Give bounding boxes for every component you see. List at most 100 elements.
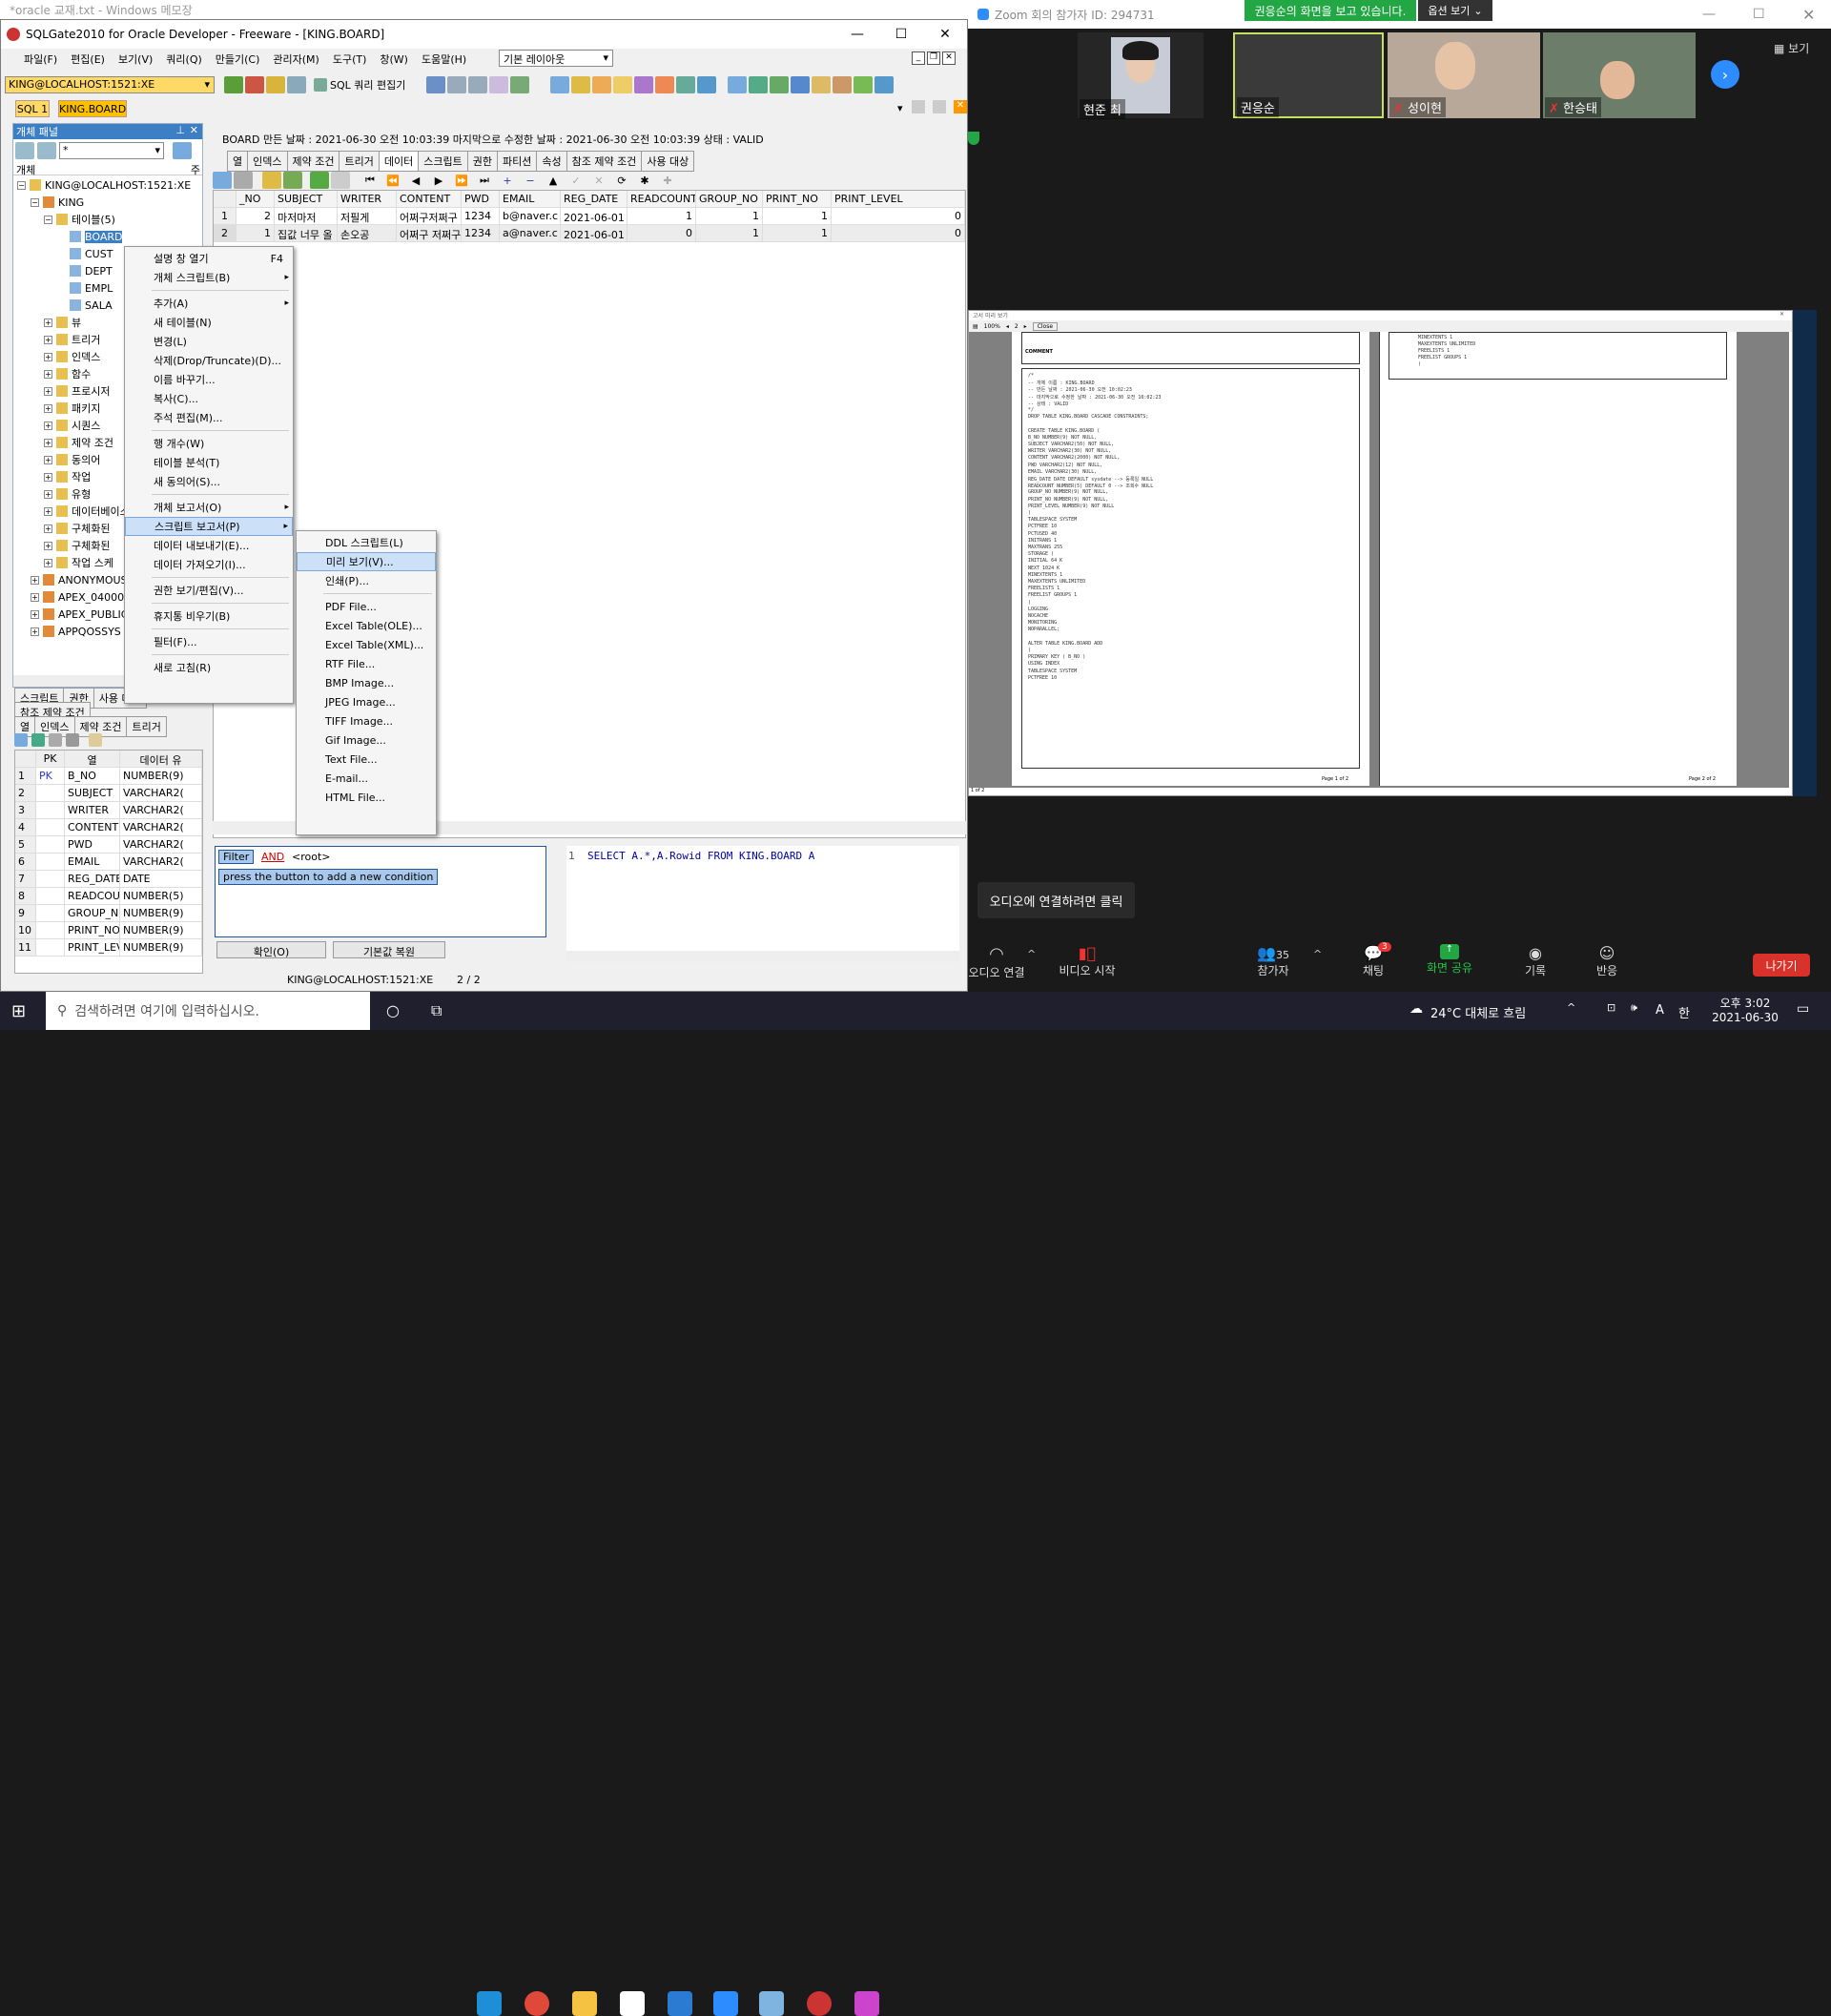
chat-button[interactable]: 💬 채팅 3 (1349, 942, 1397, 978)
tree-item[interactable]: + 작업 스케 (44, 555, 113, 570)
object-filter-input[interactable]: * ▾ (59, 142, 164, 159)
tree-item[interactable]: − KING (31, 195, 84, 210)
explorer-icon[interactable] (572, 1991, 597, 2016)
pk-cell[interactable] (36, 939, 65, 957)
print-icon[interactable] (66, 733, 79, 747)
row-number[interactable]: 5 (15, 836, 36, 854)
ime-indicator-2[interactable]: 한 (1678, 1003, 1690, 1021)
expand-icon[interactable]: + (44, 541, 52, 550)
prev-page-button[interactable]: ⏪ (382, 175, 403, 187)
participant-tile[interactable]: 현준 최 (1078, 32, 1204, 119)
data-cell[interactable]: 집값 너무 올 (275, 225, 338, 242)
zoom-minimize-button[interactable]: — (1702, 7, 1716, 22)
network-icon[interactable]: ⊡ (1607, 1001, 1615, 1014)
pin-icon[interactable]: ⊥ (175, 124, 185, 136)
zoom-maximize-button[interactable]: ☐ (1753, 7, 1765, 22)
menu-item[interactable]: 만들기(C) (216, 51, 260, 67)
menu-item[interactable]: 새 동의어(S)... (125, 472, 293, 491)
sql-editor-button[interactable]: SQL 쿼리 편집기 (314, 77, 405, 93)
data-type-cell[interactable]: VARCHAR2( (120, 836, 202, 854)
minimize-button[interactable]: — (835, 20, 879, 49)
chrome-icon[interactable] (525, 1991, 549, 2016)
menu-item[interactable]: 휴지통 비우기(B) (125, 607, 293, 626)
participant-tile-active[interactable]: 권응순 (1233, 32, 1384, 118)
print-icon[interactable] (234, 172, 253, 189)
column-name-cell[interactable]: GROUP_NO (65, 905, 120, 922)
column-header[interactable]: WRITER (338, 191, 397, 208)
next-page-icon[interactable]: ▸ (1024, 323, 1027, 330)
data-type-cell[interactable]: VARCHAR2( (120, 819, 202, 836)
next-participants-button[interactable]: › (1711, 60, 1739, 89)
participant-tile[interactable]: ✗ 한승태 (1543, 32, 1696, 118)
menu-item[interactable]: 변경(L) (125, 332, 293, 351)
data-type-cell[interactable]: NUMBER(9) (120, 905, 202, 922)
row-number[interactable]: 1 (15, 768, 36, 785)
column-name-cell[interactable]: CONTENT (65, 819, 120, 836)
last-record-button[interactable]: ⏭ (474, 174, 495, 187)
mdi-minimize-button[interactable]: _ (912, 51, 925, 65)
column-header[interactable]: PK (36, 751, 65, 768)
tree-item[interactable]: CUST (57, 246, 113, 261)
edit-row-button[interactable]: ▲ (543, 175, 564, 187)
menu-item[interactable]: Gif Image... (297, 730, 436, 750)
pk-cell[interactable] (36, 888, 65, 905)
menu-item[interactable]: 데이터 내보내기(E)... (125, 536, 293, 555)
pk-cell[interactable] (36, 785, 65, 802)
menu-item[interactable]: 복사(C)... (125, 389, 293, 408)
refresh-icon[interactable] (14, 733, 28, 747)
filter-root[interactable]: <root> (292, 851, 331, 863)
tree-item[interactable]: + 시퀀스 (44, 418, 100, 433)
prev-page-icon[interactable]: ◂ (1006, 323, 1009, 330)
chart-icon[interactable] (697, 76, 717, 93)
refresh-data-button[interactable]: ⟳ (611, 175, 632, 187)
tree-item[interactable]: + 작업 (44, 469, 91, 484)
menu-item[interactable]: 필터(F)... (125, 632, 293, 651)
edge-icon[interactable] (477, 1991, 502, 2016)
menu-item[interactable]: HTML File... (297, 788, 436, 807)
pk-cell[interactable] (36, 905, 65, 922)
row-number[interactable]: 2 (15, 785, 36, 802)
tree-item[interactable]: + ANONYMOUS (31, 572, 128, 587)
tree-item[interactable]: + 구체화된 (44, 538, 110, 553)
layout-select[interactable]: 기본 레이아웃 ▾ (499, 50, 613, 67)
row-number[interactable]: 3 (15, 802, 36, 819)
layout-icon[interactable] (447, 76, 467, 93)
row-number[interactable]: 8 (15, 888, 36, 905)
menu-item[interactable]: 테이블 분석(T) (125, 453, 293, 472)
grid-icon[interactable] (426, 76, 446, 93)
data-cell[interactable]: 0 (832, 225, 965, 242)
row-header-corner[interactable] (15, 751, 36, 768)
tree-item[interactable]: + 뷰 (44, 315, 81, 330)
row-number[interactable]: 10 (15, 922, 36, 939)
menu-item[interactable]: 인쇄(P)... (297, 571, 436, 590)
data-type-cell[interactable]: VARCHAR2( (120, 802, 202, 819)
expand-icon[interactable]: + (31, 627, 39, 636)
audio-connect-button[interactable]: ◠ 오디오 연결 (968, 944, 1025, 980)
zoom-app-icon[interactable] (713, 1991, 738, 2016)
tree-item[interactable]: + 패키지 (44, 401, 100, 416)
column-header[interactable]: SUBJECT (275, 191, 338, 208)
tree-item[interactable]: + 구체화된 (44, 521, 110, 536)
pk-cell[interactable] (36, 871, 65, 888)
store-icon[interactable] (620, 1991, 645, 2016)
list-icon[interactable] (770, 76, 790, 93)
start-button[interactable]: ⊞ (11, 1001, 31, 1021)
column-name-cell[interactable]: PRINT_LEVEL (65, 939, 120, 957)
data-cell[interactable]: 2021-06-01 오 (561, 208, 627, 225)
delete-row-button[interactable]: − (520, 175, 541, 187)
next-record-button[interactable]: ▶ (428, 175, 449, 187)
layout-icon[interactable] (331, 172, 350, 189)
maximize-button[interactable]: ☐ (879, 20, 923, 49)
tree-item[interactable]: + 함수 (44, 366, 91, 381)
preview-close-button[interactable]: Close (1032, 321, 1059, 331)
post-edit-button[interactable]: ✓ (566, 175, 586, 187)
data-cell[interactable]: 1234 (462, 225, 500, 242)
rollback-icon[interactable] (283, 172, 302, 189)
column-name-cell[interactable]: B_NO (65, 768, 120, 785)
list-view-icon[interactable] (37, 142, 56, 159)
mail-icon[interactable] (668, 1991, 692, 2016)
menu-item[interactable]: 개체 스크립트(B) ▸ (125, 268, 293, 287)
asterisk-button[interactable]: ✱ (634, 175, 655, 187)
search-box[interactable]: ⚲ 검색하려면 여기에 입력하십시오. (46, 992, 370, 1030)
menu-item[interactable]: 쿼리(Q) (166, 51, 201, 67)
